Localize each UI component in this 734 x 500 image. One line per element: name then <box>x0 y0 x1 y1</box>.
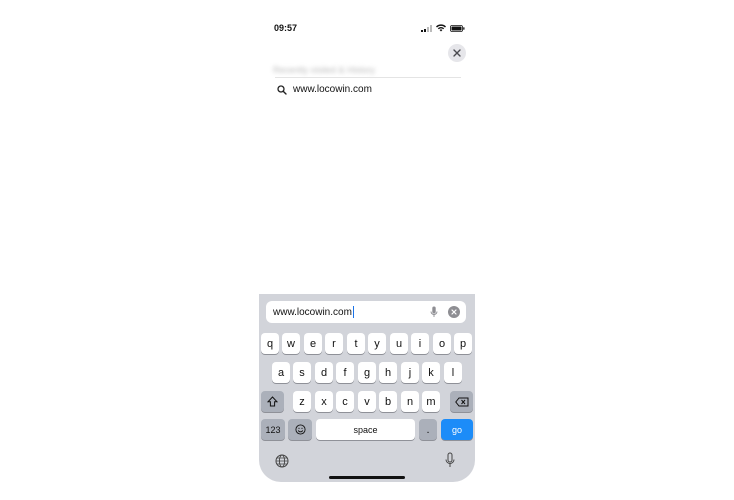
status-time: 09:57 <box>274 23 298 33</box>
shift-key[interactable] <box>261 391 284 412</box>
phone-screen: 09:57 Recently visited & History www.loc… <box>259 14 475 482</box>
close-icon <box>453 49 461 57</box>
suggestion-label: www.locowin.com <box>293 84 372 95</box>
emoji-key[interactable] <box>288 419 312 440</box>
space-key[interactable]: space <box>316 419 415 440</box>
key-f[interactable]: f <box>336 362 354 383</box>
key-q[interactable]: q <box>261 333 279 354</box>
home-indicator <box>329 476 405 479</box>
key-p[interactable]: p <box>454 333 472 354</box>
keyboard: www.locowin.com q w e r t y u i o p a s … <box>259 294 475 482</box>
shift-icon <box>267 396 278 407</box>
text-caret <box>352 306 355 318</box>
key-c[interactable]: c <box>336 391 354 412</box>
key-l[interactable]: l <box>444 362 462 383</box>
close-button[interactable] <box>448 44 466 62</box>
key-z[interactable]: z <box>293 391 311 412</box>
status-bar: 09:57 <box>259 14 475 42</box>
key-e[interactable]: e <box>304 333 322 354</box>
suggestion-item[interactable]: www.locowin.com <box>277 84 372 95</box>
clear-text-icon[interactable] <box>448 306 460 318</box>
globe-icon[interactable] <box>275 454 289 468</box>
period-key[interactable]: . <box>419 419 437 440</box>
key-n[interactable]: n <box>401 391 419 412</box>
signal-icon <box>421 25 432 32</box>
key-a[interactable]: a <box>272 362 290 383</box>
key-g[interactable]: g <box>358 362 376 383</box>
microphone-icon[interactable] <box>430 306 438 318</box>
key-k[interactable]: k <box>422 362 440 383</box>
delete-key[interactable] <box>450 391 473 412</box>
key-o[interactable]: o <box>433 333 451 354</box>
key-r[interactable]: r <box>325 333 343 354</box>
url-input[interactable]: www.locowin.com <box>266 301 466 323</box>
key-t[interactable]: t <box>347 333 365 354</box>
search-icon <box>277 84 287 95</box>
go-button[interactable]: go <box>441 419 473 440</box>
key-u[interactable]: u <box>390 333 408 354</box>
key-x[interactable]: x <box>315 391 333 412</box>
numbers-key[interactable]: 123 <box>261 419 285 440</box>
key-b[interactable]: b <box>379 391 397 412</box>
wifi-icon <box>436 24 446 32</box>
blurred-suggestion: Recently visited & History <box>273 65 376 75</box>
key-m[interactable]: m <box>422 391 440 412</box>
url-input-value: www.locowin.com <box>273 306 352 318</box>
emoji-icon <box>294 424 306 435</box>
dictation-icon[interactable] <box>445 452 455 468</box>
key-y[interactable]: y <box>368 333 386 354</box>
backspace-icon <box>454 397 468 406</box>
key-s[interactable]: s <box>293 362 311 383</box>
key-j[interactable]: j <box>401 362 419 383</box>
battery-icon <box>450 25 465 32</box>
key-v[interactable]: v <box>358 391 376 412</box>
status-icons <box>421 24 465 32</box>
key-i[interactable]: i <box>411 333 429 354</box>
key-d[interactable]: d <box>315 362 333 383</box>
key-h[interactable]: h <box>379 362 397 383</box>
divider <box>275 77 461 78</box>
key-w[interactable]: w <box>282 333 300 354</box>
